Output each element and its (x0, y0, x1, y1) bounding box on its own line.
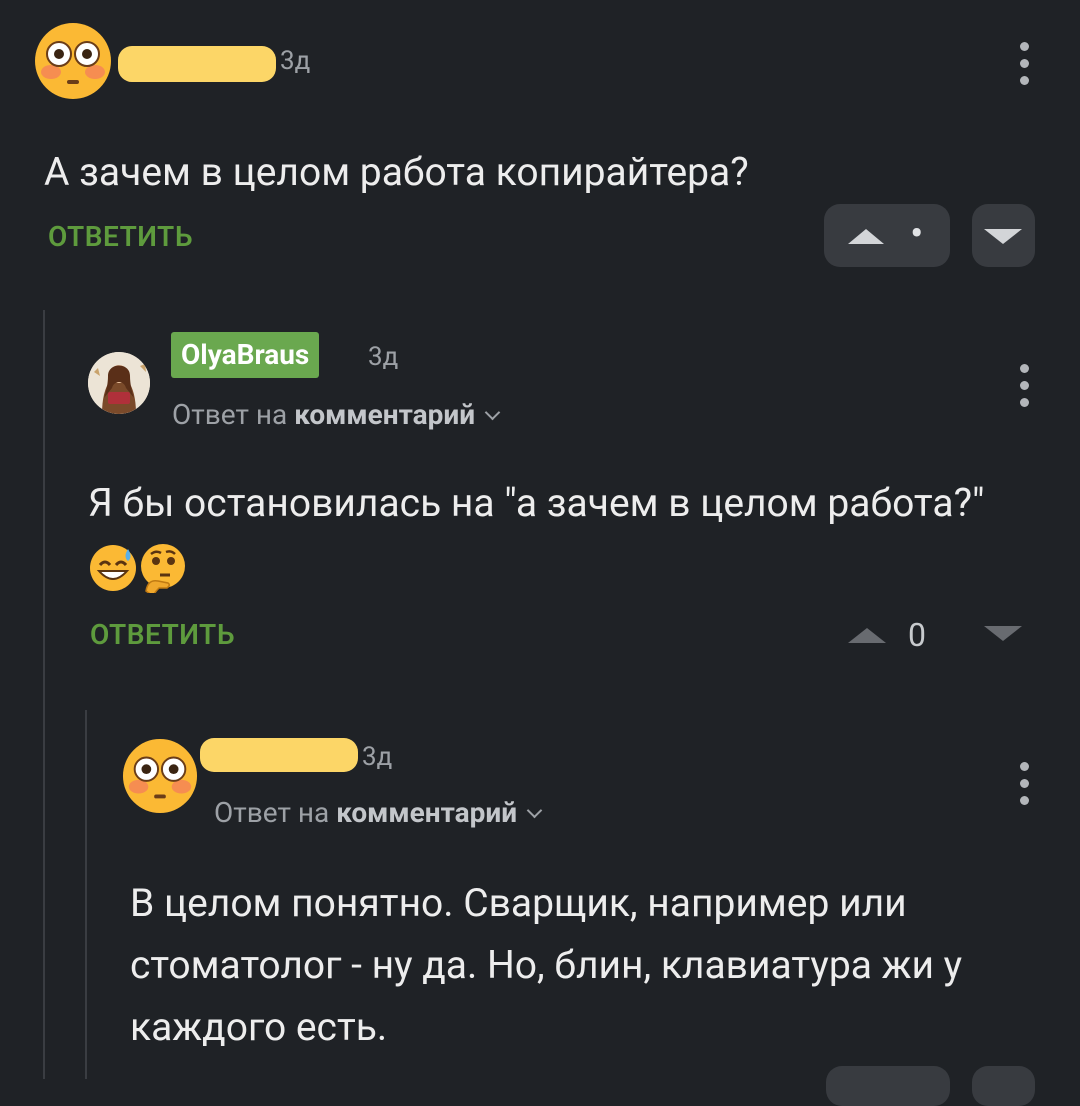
downvote-arrow-icon (984, 229, 1022, 244)
thread-line[interactable] (85, 710, 87, 1079)
comment-text: В целом понятно. Сварщик, например или с… (130, 880, 963, 1050)
avatar[interactable] (122, 738, 198, 814)
upvote-button[interactable]: • (824, 204, 950, 267)
rating-value: 0 (908, 616, 926, 654)
woman-reading-avatar-icon (88, 352, 150, 414)
username-badge[interactable]: OlyaBraus (171, 332, 320, 378)
upvote-button[interactable] (838, 610, 896, 662)
chevron-down-icon (484, 404, 501, 421)
upvote-button[interactable] (826, 1066, 950, 1106)
downvote-button[interactable] (972, 204, 1035, 267)
reply-to-prefix: Ответ на (172, 398, 288, 431)
reply-button[interactable]: ОТВЕТИТЬ (48, 220, 193, 253)
upvote-arrow-icon (848, 628, 886, 643)
flushed-face-icon (35, 23, 111, 99)
more-options-icon[interactable] (1004, 762, 1044, 805)
reply-to-target: комментарий (294, 398, 476, 431)
grinning-sweat-icon (90, 544, 136, 591)
username-redacted[interactable] (118, 46, 276, 82)
comment-text: Я бы остановилась на "а зачем в целом ра… (88, 472, 988, 596)
more-options-icon[interactable] (1004, 42, 1044, 85)
comment-time: 3д (368, 342, 399, 372)
flushed-face-icon (122, 738, 198, 814)
downvote-button[interactable] (972, 1066, 1035, 1106)
avatar[interactable] (88, 352, 150, 414)
downvote-button[interactable] (974, 610, 1032, 662)
upvote-arrow-icon (848, 229, 884, 244)
chevron-down-icon (526, 802, 543, 819)
comment-text: А зачем в целом работа копирайтера? (44, 149, 749, 195)
comment-time: 3д (280, 46, 311, 76)
comment-time: 3д (362, 742, 393, 772)
thinking-face-icon (141, 543, 185, 593)
more-options-icon[interactable] (1004, 364, 1044, 407)
avatar[interactable] (34, 22, 112, 100)
reply-to-prefix: Ответ на (214, 796, 330, 829)
reply-to-link[interactable]: Ответ на комментарий (172, 398, 501, 431)
username-redacted[interactable] (200, 738, 358, 772)
comment-text-content: Я бы остановилась на "а зачем в целом ра… (88, 480, 985, 526)
downvote-arrow-icon (984, 626, 1022, 641)
rating-dot: • (910, 210, 924, 257)
thread-line[interactable] (43, 310, 45, 1079)
reply-button[interactable]: ОТВЕТИТЬ (90, 618, 235, 651)
reply-to-target: комментарий (336, 796, 518, 829)
reply-to-link[interactable]: Ответ на комментарий (214, 796, 543, 829)
